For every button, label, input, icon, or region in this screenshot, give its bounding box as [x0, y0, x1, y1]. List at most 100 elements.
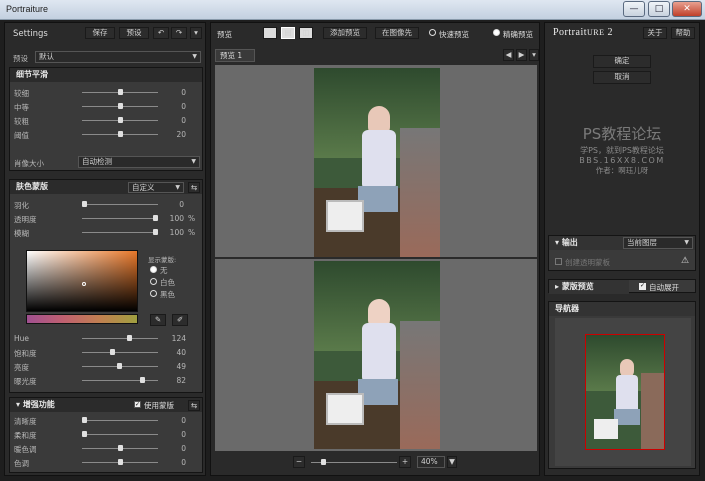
slider-label: 柔和度: [14, 431, 37, 440]
slider-knob[interactable]: [153, 215, 158, 221]
zoom-out-button[interactable]: −: [293, 456, 305, 468]
split-horizontal-icon[interactable]: ▤: [281, 27, 295, 39]
slider-track[interactable]: [82, 434, 158, 435]
preview-result-pane[interactable]: [215, 259, 537, 451]
shirt-shape: [362, 130, 396, 190]
eyedropper-plus-icon[interactable]: ✐: [172, 314, 188, 326]
bike-basket: [594, 419, 618, 439]
auto-expand-checkbox[interactable]: ✓: [639, 283, 646, 290]
zoom-in-button[interactable]: +: [399, 456, 411, 468]
slider-knob[interactable]: [117, 103, 123, 109]
use-mask-checkbox[interactable]: ✓: [134, 401, 141, 408]
zoom-select[interactable]: 40%: [417, 456, 445, 468]
slider-knob[interactable]: [116, 363, 122, 369]
eyedropper-icon[interactable]: ⇆: [188, 182, 200, 193]
slider-track[interactable]: [82, 338, 158, 339]
slider-knob[interactable]: [82, 417, 87, 423]
slider-knob[interactable]: [117, 131, 123, 137]
navigator-title: 导航器: [549, 302, 695, 316]
mask-preview-title[interactable]: ▸ 蒙版预览: [549, 280, 629, 294]
watermark-title: PS教程论坛: [582, 125, 662, 143]
preview-original-pane[interactable]: [215, 65, 537, 257]
mask-option-radio[interactable]: [150, 278, 157, 285]
redo-icon[interactable]: ↷: [171, 27, 187, 39]
ok-button[interactable]: 确定: [593, 55, 651, 68]
road-background: [400, 321, 440, 449]
output-select[interactable]: 当前图层 ▼: [623, 237, 693, 249]
zoom-chevron-icon[interactable]: ▼: [447, 456, 457, 468]
slider-knob[interactable]: [110, 349, 116, 355]
precise-preview-radio[interactable]: [493, 29, 500, 36]
detail-title: 细节平滑: [10, 68, 202, 82]
bike-basket: [326, 200, 364, 232]
navigator-view[interactable]: [555, 318, 691, 466]
minimize-button[interactable]: —: [623, 1, 645, 17]
color-picker-cursor[interactable]: [82, 282, 86, 286]
eyedropper-icon[interactable]: ✎: [150, 314, 166, 326]
split-vertical-icon[interactable]: ◫: [299, 27, 313, 39]
color-picker-area[interactable]: [26, 250, 138, 312]
slider-value: 0: [181, 444, 186, 453]
detail-section: 细节平滑 较细 0 中等 0 较粗 0 阈值 20 肖像大小 自动检测 ▼: [9, 67, 203, 171]
add-preview-button[interactable]: 添加预览: [323, 27, 367, 39]
slider-knob[interactable]: [127, 335, 133, 341]
skin-mode-select[interactable]: 自定义 ▼: [128, 182, 184, 193]
slider-track[interactable]: [82, 218, 158, 219]
slider-label: 饱和度: [14, 349, 37, 358]
tab-preview-1[interactable]: 预览 1: [215, 49, 255, 62]
expand-icon: ▸: [555, 282, 562, 291]
preview-result-image: [314, 261, 440, 449]
slider-knob[interactable]: [117, 459, 123, 465]
maximize-button[interactable]: □: [648, 1, 670, 17]
slider-value: 49: [176, 362, 186, 371]
chevron-down-icon: ▼: [192, 53, 197, 60]
swap-icon[interactable]: ⇆: [188, 400, 200, 411]
slider-track[interactable]: [82, 204, 158, 205]
save-button[interactable]: 保存: [85, 27, 115, 39]
slider-knob[interactable]: [82, 431, 87, 437]
skirt-shape: [358, 379, 398, 405]
slider-track[interactable]: [82, 420, 158, 421]
navigator-thumbnail[interactable]: [585, 334, 665, 450]
left-panel: Settings 保存 预设 ↶ ↷ ▾ 预设 默认 ▼ 细节平滑 较细 0 中等 0 较…: [4, 22, 206, 476]
menu-chevron-icon[interactable]: ▾: [190, 27, 202, 39]
navigator-section: 导航器: [548, 301, 696, 469]
slider-unit: %: [188, 214, 196, 223]
single-view-icon[interactable]: [263, 27, 277, 39]
slider-track[interactable]: [82, 352, 158, 353]
slider-knob[interactable]: [140, 377, 146, 383]
undo-icon[interactable]: ↶: [153, 27, 169, 39]
cancel-button[interactable]: 取消: [593, 71, 651, 84]
tab-menu-icon[interactable]: ▾: [529, 49, 539, 61]
zoom-slider-knob[interactable]: [321, 459, 326, 465]
preset-button[interactable]: 预设: [119, 27, 149, 39]
tab-prev-icon[interactable]: ◀: [503, 49, 514, 61]
slider-label: 清晰度: [14, 417, 37, 426]
mask-option-radio[interactable]: [150, 290, 157, 297]
mask-option-radio[interactable]: [150, 266, 157, 273]
slider-knob[interactable]: [153, 229, 158, 235]
slider-knob[interactable]: [117, 117, 123, 123]
new-layer-checkbox[interactable]: [555, 258, 562, 265]
slider-value: 0: [179, 200, 184, 209]
preset-select[interactable]: 默认 ▼: [35, 51, 201, 63]
mask-option-label: 黑色: [160, 290, 175, 299]
auto-expand-label: 自动展开: [649, 283, 679, 292]
portrait-size-select[interactable]: 自动检测 ▼: [78, 156, 200, 168]
new-layer-label: 创建透明蒙板: [565, 258, 610, 267]
slider-knob[interactable]: [82, 201, 87, 207]
fast-preview-radio[interactable]: [429, 29, 436, 36]
slider-track[interactable]: [82, 232, 158, 233]
slider-knob[interactable]: [117, 445, 123, 451]
close-button[interactable]: ✕: [672, 1, 702, 17]
slider-knob[interactable]: [117, 89, 123, 95]
road-background: [641, 373, 664, 449]
about-button[interactable]: 关于: [643, 27, 667, 39]
hue-range-bar[interactable]: [26, 314, 138, 324]
bg-color-button[interactable]: 在图像先: [375, 27, 419, 39]
help-button[interactable]: 帮助: [671, 27, 695, 39]
road-background: [400, 128, 440, 257]
slider-track[interactable]: [82, 380, 158, 381]
tab-next-icon[interactable]: ▶: [516, 49, 527, 61]
collapse-icon: ▾: [16, 400, 23, 409]
